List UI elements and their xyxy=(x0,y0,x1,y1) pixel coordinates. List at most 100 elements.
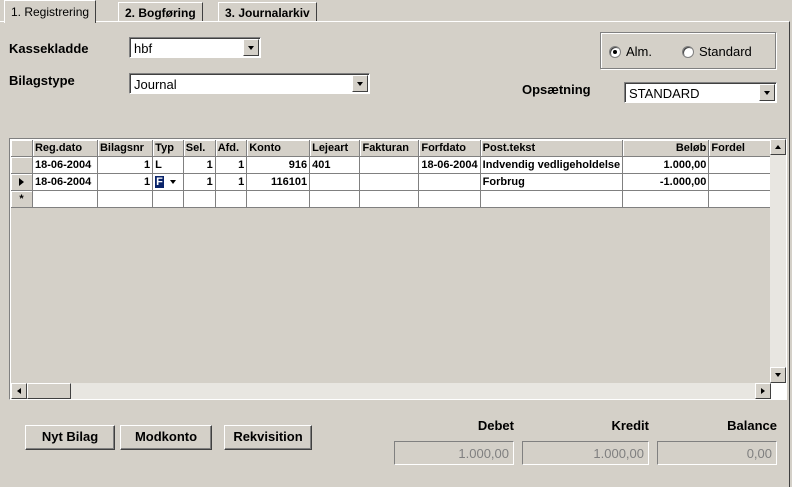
cell-fakturanr[interactable] xyxy=(359,173,420,191)
chevron-down-icon xyxy=(248,46,254,50)
mode-radio-group: Alm. Standard xyxy=(600,32,776,69)
cell-konto[interactable]: 916 xyxy=(246,156,311,174)
col-header-post-tekst[interactable]: Post.tekst xyxy=(480,140,624,157)
col-header-fordel[interactable]: Fordel xyxy=(708,140,771,157)
vertical-scrollbar[interactable] xyxy=(770,139,786,383)
cell-empty[interactable] xyxy=(480,190,624,208)
balance-label: Balance xyxy=(727,418,777,433)
opsaetning-value: STANDARD xyxy=(629,86,700,101)
cell-forfdato[interactable] xyxy=(418,173,481,191)
scroll-up-button[interactable] xyxy=(770,139,786,155)
bilagstype-label: Bilagstype xyxy=(9,73,75,88)
journal-grid[interactable]: Reg.dato Bilagsnr Typ Sel. Afd. Konto Le… xyxy=(9,138,787,400)
arrow-down-icon xyxy=(775,373,781,377)
cell-forfdato[interactable]: 18-06-2004 xyxy=(418,156,481,174)
col-header-bilagsnr[interactable]: Bilagsnr xyxy=(97,140,154,157)
cell-empty[interactable] xyxy=(708,190,771,208)
kredit-label: Kredit xyxy=(611,418,649,433)
col-header-typ[interactable]: Typ xyxy=(152,140,184,157)
cell-fordel[interactable] xyxy=(708,156,771,174)
radio-standard[interactable]: Standard xyxy=(682,44,752,59)
cell-typ[interactable]: L xyxy=(152,156,184,174)
cell-reg-dato[interactable]: 18-06-2004 xyxy=(32,173,98,191)
kredit-value: 1.000,00 xyxy=(522,441,649,465)
arrow-right-icon xyxy=(761,388,765,394)
cell-fakturanr[interactable] xyxy=(359,156,420,174)
row-selector-header xyxy=(11,140,33,157)
col-header-konto[interactable]: Konto xyxy=(246,140,311,157)
scroll-down-button[interactable] xyxy=(770,367,786,383)
cell-empty[interactable] xyxy=(215,190,248,208)
debet-label: Debet xyxy=(477,418,514,433)
cell-sel[interactable]: 1 xyxy=(183,173,216,191)
cell-post-tekst[interactable]: Forbrug xyxy=(480,173,624,191)
radio-alm[interactable]: Alm. xyxy=(609,44,652,59)
kassekladde-combo[interactable]: hbf xyxy=(129,37,261,58)
cell-typ-editor[interactable]: F xyxy=(152,173,184,191)
cell-empty[interactable] xyxy=(418,190,481,208)
scroll-left-button[interactable] xyxy=(11,383,27,399)
typ-edit-value[interactable]: F xyxy=(155,175,164,188)
cell-sel[interactable]: 1 xyxy=(183,156,216,174)
row-selector[interactable] xyxy=(11,173,33,191)
tab-journalarkiv[interactable]: 3. Journalarkiv xyxy=(218,2,317,22)
horizontal-scrollbar[interactable] xyxy=(11,383,771,399)
opsaetning-label: Opsætning xyxy=(522,82,591,97)
cell-empty[interactable] xyxy=(183,190,216,208)
current-row-arrow-icon xyxy=(18,177,24,186)
cell-afd[interactable]: 1 xyxy=(215,173,248,191)
kassekladde-value: hbf xyxy=(134,41,153,56)
debet-value: 1.000,00 xyxy=(394,441,514,465)
modkonto-button[interactable]: Modkonto xyxy=(120,425,212,450)
tab-label: 3. Journalarkiv xyxy=(225,6,310,20)
tab-bogforing[interactable]: 2. Bogføring xyxy=(118,2,203,22)
bilagstype-value: Journal xyxy=(134,77,177,92)
cell-afd[interactable]: 1 xyxy=(215,156,248,174)
cell-empty[interactable] xyxy=(622,190,710,208)
cell-bilagsnr[interactable]: 1 xyxy=(97,173,154,191)
cell-fordel[interactable] xyxy=(708,173,771,191)
col-header-reg-dato[interactable]: Reg.dato xyxy=(32,140,98,157)
radio-dot-icon xyxy=(682,45,694,58)
opsaetning-combo[interactable]: STANDARD xyxy=(624,82,777,103)
cell-empty[interactable] xyxy=(309,190,361,208)
kassekladde-dropdown-button[interactable] xyxy=(243,39,259,56)
horizontal-scroll-thumb[interactable] xyxy=(27,383,71,399)
table-row[interactable]: 18-06-2004 1 L 1 1 916 401 18-06-2004 In… xyxy=(11,156,771,174)
cell-empty[interactable] xyxy=(359,190,420,208)
new-row[interactable]: * xyxy=(11,190,771,208)
tab-label: 1. Registrering xyxy=(11,5,90,19)
scroll-right-button[interactable] xyxy=(755,383,771,399)
cell-lejeart[interactable]: 401 xyxy=(309,156,361,174)
col-header-forfdato[interactable]: Forfdato xyxy=(418,140,481,157)
balance-value: 0,00 xyxy=(657,441,777,465)
cell-belob[interactable]: -1.000,00 xyxy=(622,173,710,191)
cell-empty[interactable] xyxy=(32,190,98,208)
tab-registrering[interactable]: 1. Registrering xyxy=(4,0,97,23)
chevron-down-icon[interactable] xyxy=(169,179,176,184)
cell-konto[interactable]: 116101 xyxy=(246,173,311,191)
cell-post-tekst[interactable]: Indvendig vedligeholdelse xyxy=(480,156,624,174)
col-header-lejeart[interactable]: Lejeart xyxy=(309,140,361,157)
cell-belob[interactable]: 1.000,00 xyxy=(622,156,710,174)
radio-dot-icon xyxy=(609,45,621,58)
row-selector[interactable] xyxy=(11,156,33,174)
col-header-fakturanr[interactable]: Fakturan xyxy=(359,140,420,157)
col-header-sel[interactable]: Sel. xyxy=(183,140,216,157)
cell-empty[interactable] xyxy=(152,190,184,208)
bilagstype-combo[interactable]: Journal xyxy=(129,73,370,94)
col-header-belob[interactable]: Beløb xyxy=(622,140,710,157)
cell-reg-dato[interactable]: 18-06-2004 xyxy=(32,156,98,174)
rekvisition-button[interactable]: Rekvisition xyxy=(224,425,312,450)
cell-empty[interactable] xyxy=(97,190,154,208)
opsaetning-dropdown-button[interactable] xyxy=(759,84,775,101)
nyt-bilag-button[interactable]: Nyt Bilag xyxy=(25,425,115,450)
grid-header-row: Reg.dato Bilagsnr Typ Sel. Afd. Konto Le… xyxy=(11,140,771,157)
bilagstype-dropdown-button[interactable] xyxy=(352,75,368,92)
journal-table: Reg.dato Bilagsnr Typ Sel. Afd. Konto Le… xyxy=(11,140,771,208)
cell-bilagsnr[interactable]: 1 xyxy=(97,156,154,174)
cell-lejeart[interactable] xyxy=(309,173,361,191)
cell-empty[interactable] xyxy=(246,190,311,208)
table-row[interactable]: 18-06-2004 1 F 1 1 116101 Forbrug -1.000… xyxy=(11,173,771,191)
col-header-afd[interactable]: Afd. xyxy=(215,140,248,157)
